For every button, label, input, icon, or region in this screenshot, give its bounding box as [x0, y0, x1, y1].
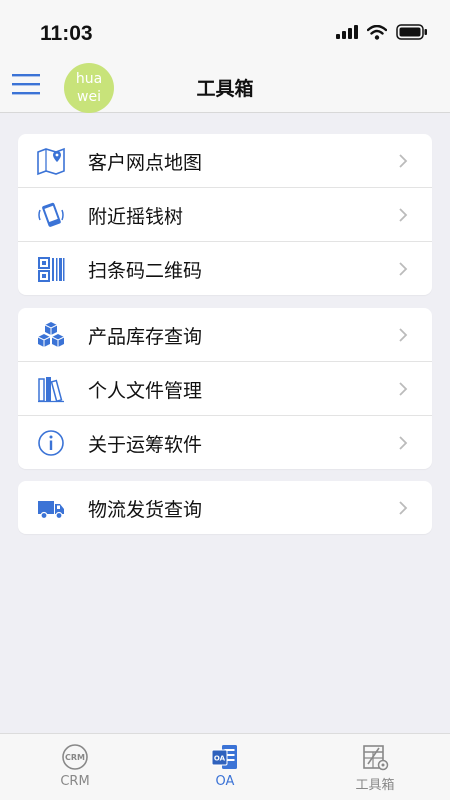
- wifi-icon: [367, 24, 387, 40]
- crm-icon: CRM: [62, 744, 88, 770]
- chevron-right-icon: [399, 154, 408, 168]
- barcode-icon: [38, 257, 65, 282]
- menu-item-files[interactable]: 个人文件管理: [18, 361, 432, 415]
- battery-icon: [396, 24, 427, 40]
- signal-icon: [336, 25, 358, 39]
- map-pin-icon: [37, 147, 65, 176]
- menu-item-label: 关于运筹软件: [88, 434, 203, 456]
- info-icon: [38, 430, 64, 456]
- toolbox-icon: [363, 745, 389, 771]
- chevron-right-icon: [399, 436, 408, 450]
- chevron-right-icon: [399, 382, 408, 396]
- boxes-icon: [37, 322, 65, 347]
- tab-toolbox[interactable]: 工具箱: [325, 742, 425, 793]
- tab-label: CRM: [60, 774, 90, 789]
- truck-icon: [38, 501, 64, 520]
- menu-item-label: 物流发货查询: [88, 499, 203, 521]
- chevron-right-icon: [399, 262, 408, 276]
- menu-item-customer-map[interactable]: 客户网点地图: [18, 134, 432, 187]
- page-title: 工具箱: [196, 78, 254, 100]
- menu-item-inventory[interactable]: 产品库存查询: [18, 308, 432, 361]
- chevron-right-icon: [399, 328, 408, 342]
- menu-item-label: 扫条码二维码: [88, 260, 203, 282]
- svg-text:OA: OA: [214, 755, 226, 763]
- status-time: 11:03: [40, 22, 93, 45]
- tab-oa[interactable]: OA OA: [175, 742, 275, 789]
- status-bar: 11:03: [0, 0, 450, 60]
- svg-text:CRM: CRM: [65, 753, 85, 762]
- menu-item-label: 附近摇钱树: [88, 206, 184, 228]
- menu-item-label: 客户网点地图: [88, 152, 203, 174]
- menu-group-1: 客户网点地图 附近摇钱树 扫条码二维码: [18, 134, 432, 295]
- status-icons: [336, 24, 428, 40]
- menu-item-label: 个人文件管理: [88, 380, 203, 402]
- tab-label: 工具箱: [355, 778, 395, 793]
- menu-item-label: 产品库存查询: [88, 326, 203, 348]
- tab-crm[interactable]: CRM CRM: [25, 742, 125, 789]
- tab-label: OA: [215, 774, 235, 789]
- chevron-right-icon: [399, 501, 408, 515]
- oa-icon: OA: [211, 745, 237, 769]
- menu-item-about[interactable]: 关于运筹软件: [18, 415, 432, 469]
- menu-item-nearby-tree[interactable]: 附近摇钱树: [18, 187, 432, 241]
- shake-phone-icon: [38, 202, 64, 227]
- menu-group-3: 物流发货查询: [18, 481, 432, 534]
- menu-item-logistics[interactable]: 物流发货查询: [18, 481, 432, 534]
- chevron-right-icon: [399, 208, 408, 222]
- menu-item-scan-code[interactable]: 扫条码二维码: [18, 241, 432, 295]
- files-icon: [38, 377, 64, 403]
- nav-bar: hua wei 工具箱: [0, 60, 450, 113]
- menu-group-2: 产品库存查询 个人文件管理 关于运筹软件: [18, 308, 432, 469]
- tab-bar: CRM CRM OA OA 工具箱: [0, 733, 450, 800]
